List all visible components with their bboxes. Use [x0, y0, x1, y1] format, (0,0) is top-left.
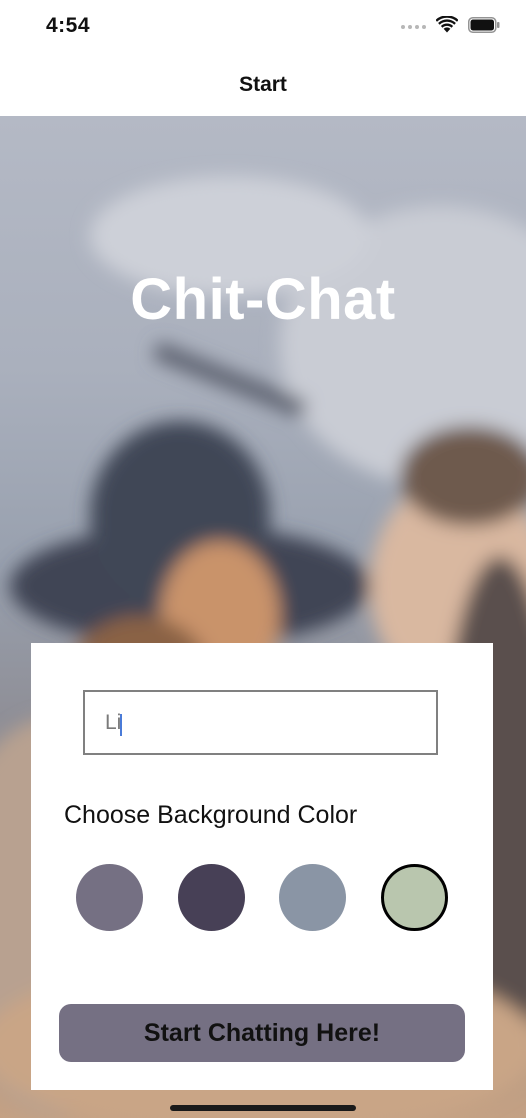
color-swatch-2[interactable]	[178, 864, 245, 931]
name-input[interactable]	[83, 690, 438, 755]
start-form-panel: Choose Background Color Start Chatting H…	[31, 643, 493, 1090]
cellular-signal-icon	[401, 25, 426, 29]
text-cursor	[120, 714, 122, 736]
status-bar: 4:54	[0, 0, 526, 56]
color-swatch-4[interactable]	[381, 864, 448, 931]
start-screen: 4:54 Start Chit-Chat Li Choose Backgroun…	[0, 0, 526, 1118]
wifi-icon	[435, 15, 459, 38]
choose-color-label: Choose Background Color	[64, 801, 358, 829]
battery-icon	[468, 16, 500, 38]
status-icons	[401, 15, 500, 38]
status-time: 4:54	[46, 14, 91, 37]
color-swatch-3[interactable]	[279, 864, 346, 931]
navigation-bar: Start	[0, 56, 526, 116]
start-chatting-button[interactable]: Start Chatting Here!	[59, 1004, 465, 1062]
nav-title: Start	[239, 73, 287, 96]
color-swatch-1[interactable]	[76, 864, 143, 931]
app-title: Chit-Chat	[130, 267, 396, 332]
home-indicator	[170, 1105, 356, 1111]
